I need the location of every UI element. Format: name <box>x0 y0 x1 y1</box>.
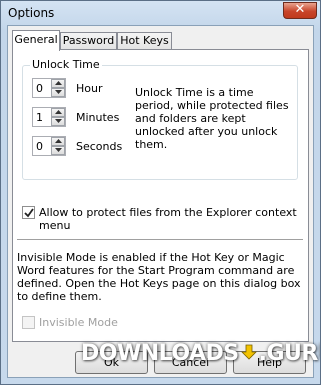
minutes-down-arrow-icon[interactable] <box>51 117 65 126</box>
minutes-value[interactable]: 1 <box>36 111 43 124</box>
hours-spinner[interactable]: 0 <box>32 78 66 98</box>
invisible-mode-label[interactable]: Invisible Mode <box>39 316 118 329</box>
dialog-client-area: General Password Hot Keys Unlock Time 0 … <box>7 25 314 378</box>
invisible-mode-info: Invisible Mode is enabled if the Hot Key… <box>17 251 301 303</box>
close-icon: ✕ <box>294 2 306 17</box>
seconds-spinner[interactable]: 0 <box>32 136 66 156</box>
minutes-label: Minutes <box>76 111 120 124</box>
ok-button[interactable]: Ok <box>75 351 148 374</box>
title-bar[interactable]: Options ✕ <box>1 1 320 25</box>
checkmark-icon <box>24 208 34 218</box>
options-dialog: Options ✕ General Password Hot Keys Unlo… <box>0 0 321 385</box>
explorer-protect-checkbox[interactable] <box>22 206 35 219</box>
seconds-down-arrow-icon[interactable] <box>51 146 65 155</box>
hours-label: Hour <box>76 82 103 95</box>
general-tab-panel: Unlock Time 0 Hour 1 Minutes 0 Seconds U… <box>12 49 309 342</box>
invisible-mode-checkbox[interactable] <box>22 316 35 329</box>
window-title: Options <box>8 6 55 20</box>
hours-up-arrow-icon[interactable] <box>51 79 65 88</box>
minutes-up-arrow-icon[interactable] <box>51 108 65 117</box>
tab-hot-keys[interactable]: Hot Keys <box>117 32 172 49</box>
help-button[interactable]: Help <box>233 351 306 374</box>
tab-general[interactable]: General <box>12 30 60 51</box>
hours-down-arrow-icon[interactable] <box>51 88 65 97</box>
minutes-spinner[interactable]: 1 <box>32 107 66 127</box>
unlock-time-description: Unlock Time is a time period, while prot… <box>135 86 289 151</box>
hours-value[interactable]: 0 <box>36 82 43 95</box>
cancel-button[interactable]: Cancel <box>154 351 227 374</box>
separator <box>17 239 303 240</box>
seconds-label: Seconds <box>76 140 123 153</box>
explorer-protect-label[interactable]: Allow to protect files from the Explorer… <box>39 206 308 232</box>
tab-password[interactable]: Password <box>60 32 117 49</box>
seconds-value[interactable]: 0 <box>36 140 43 153</box>
unlock-time-group: Unlock Time 0 Hour 1 Minutes 0 Seconds U… <box>22 58 298 180</box>
seconds-up-arrow-icon[interactable] <box>51 137 65 146</box>
unlock-time-legend: Unlock Time <box>30 58 102 71</box>
close-button[interactable]: ✕ <box>283 2 317 19</box>
